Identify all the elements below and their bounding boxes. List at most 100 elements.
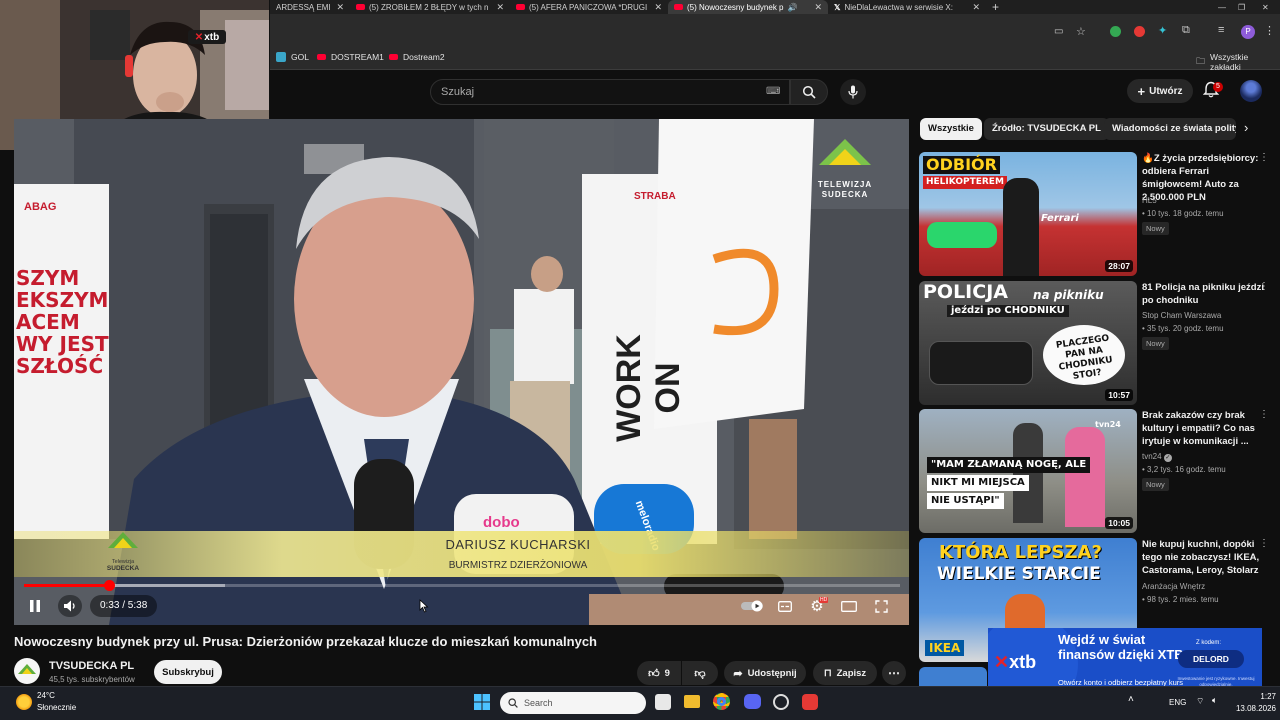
taskbar-clock-date[interactable]: 13.08.2026 [1218,704,1276,713]
more-options-icon[interactable]: ⋮ [1259,538,1269,549]
taskbar-search-box[interactable]: Search [500,692,646,714]
app-red-icon[interactable] [802,694,818,710]
chevron-up-icon[interactable]: ˄ [1128,694,1134,705]
theater-mode-button[interactable] [838,595,860,617]
browser-tab[interactable]: 𝕏 NieDlaLewactwa w serwisie X: ✕ [828,0,986,14]
recommendation-title[interactable]: Brak zakazów czy brak kultury i empatii?… [1142,409,1267,448]
fullscreen-button[interactable] [870,595,892,617]
discord-icon[interactable] [744,694,761,709]
browser-tab[interactable]: (5) ZROBIŁEM 2 BŁĘDY w tych n ✕ [350,0,510,14]
bookmark-dostream1[interactable]: DOSTREAM1 [317,52,384,62]
recommendation-channel[interactable]: tvn24 ✓ [1142,452,1172,462]
close-tab-icon[interactable]: ✕ [972,2,980,13]
youtube-favicon-icon [317,54,326,60]
file-explorer-icon[interactable] [684,695,700,708]
recommendation-item[interactable]: ODBIÓR HELIKOPTEREM Ferrari 28:07 🔥Z życ… [919,152,1269,276]
wifi-icon[interactable]: ⌔ [1196,696,1204,707]
like-button[interactable]: 👍︎ 9 [637,661,681,685]
video-player[interactable]: SZYM EKSZYM ACEM WY JEST SZŁOŚĆ ABAG STR… [14,119,909,625]
mute-button[interactable] [58,595,82,617]
channel-name[interactable]: TVSUDECKA PL [49,660,134,672]
all-bookmarks-folder[interactable]: 🗀 Wszystkie zakładki [1196,52,1280,72]
tab-label: ARDESSĄ EMI [276,2,331,12]
video-duration: 10:57 [1105,389,1133,401]
close-window-button[interactable]: ✕ [1256,0,1276,14]
recommendation-channel[interactable]: Aranżacja Wnętrz [1142,582,1205,591]
dislike-button[interactable]: 👎︎ [682,661,718,685]
lower-third-logo-text: SUDECKA [106,565,140,572]
subscribe-button[interactable]: Subskrybuj [154,660,222,684]
settings-button[interactable]: ⚙ HD [806,595,829,617]
extension-icon[interactable] [1110,26,1121,37]
video-thumbnail[interactable]: ODBIÓR HELIKOPTEREM Ferrari 28:07 [919,152,1137,276]
view-count-and-age: 10 tys. 18 godz. temu [1147,209,1224,218]
chip-source-channel[interactable]: Źródło: TVSUDECKA PL [984,118,1109,140]
profile-avatar[interactable]: P [1241,25,1255,39]
weather-description[interactable]: Słonecznie [37,703,76,712]
video-progress-bar[interactable] [24,580,900,591]
extension-icon[interactable]: ✦ [1158,24,1167,37]
video-thumbnail[interactable]: POLICJA na pikniku jeździ po CHODNIKU PL… [919,281,1137,405]
voice-search-button[interactable] [840,79,866,105]
close-tab-icon[interactable]: ✕ [336,2,344,13]
more-options-icon[interactable]: ⋮ [1259,409,1269,420]
share-button[interactable]: ➦ Udostępnij [724,661,806,685]
recommendation-channel[interactable]: HL5 [1142,196,1157,205]
speaker-icon[interactable]: 🔈︎ [1212,695,1217,706]
weather-temperature[interactable]: 24°C [37,691,55,700]
user-avatar[interactable] [1240,80,1262,102]
bookmark-gol[interactable]: GOL [276,52,309,62]
chip-all[interactable]: Wszystkie [920,118,982,140]
chevron-right-icon[interactable]: › [1244,120,1248,135]
keyboard-icon[interactable]: ⌨ [766,86,780,97]
windows-start-button[interactable] [473,693,491,711]
input-language[interactable]: ENG [1169,698,1186,707]
extension-icon[interactable] [1134,26,1145,37]
bookmark-star-icon[interactable]: ☆ [1076,25,1086,38]
subtitles-button[interactable] [774,595,796,617]
cast-icon[interactable]: ▭ [1054,26,1063,37]
extensions-puzzle-icon[interactable]: ⧉ [1182,24,1190,37]
recommendation-title[interactable]: Nie kupuj kuchni, dopóki tego nie zobacz… [1142,538,1267,577]
pause-button[interactable] [24,595,46,617]
minimize-window-button[interactable]: — [1212,0,1232,14]
more-options-icon[interactable]: ⋮ [1259,281,1269,292]
next-thumbnail-peek[interactable] [919,667,987,686]
channel-avatar[interactable] [14,658,40,684]
browser-menu-icon[interactable]: ⋮ [1264,24,1275,37]
more-options-icon[interactable]: ⋮ [1259,152,1269,163]
create-button[interactable]: + Utwórz [1127,79,1193,103]
youtube-favicon-icon [516,4,525,10]
recommendation-item[interactable]: POLICJA na pikniku jeździ po CHODNIKU PL… [919,281,1269,405]
close-tab-icon[interactable]: ✕ [654,2,662,13]
media-control-icon[interactable]: ≡ [1218,24,1224,36]
search-input[interactable]: Szukaj [430,79,790,105]
recommendation-meta: • 10 tys. 18 godz. temu [1142,209,1224,218]
obs-icon[interactable] [773,694,789,710]
search-button[interactable] [790,79,828,105]
recommendation-title[interactable]: 🔥Z życia przedsiębiorcy: odbiera Ferrari… [1142,152,1267,204]
taskbar-clock-time[interactable]: 1:27 [1236,692,1276,701]
chip-world-news[interactable]: Wiadomości ze świata polity [1104,118,1236,140]
browser-tab-active[interactable]: (5) Nowoczesny budynek p 🔊 ✕ [668,0,828,14]
maximize-window-button[interactable]: ❐ [1232,0,1252,14]
close-tab-icon[interactable]: ✕ [814,2,822,13]
recommendation-item[interactable]: tvn24 "MAM ZŁAMANĄ NOGĘ, ALE NIKT MI MIE… [919,409,1269,533]
recommendation-title[interactable]: 81 Policja na pikniku jeździ po chodniku [1142,281,1267,307]
new-tab-button[interactable]: + [986,0,1004,14]
browser-tab[interactable]: (5) AFERA PANICZOWA *DRUGI ✕ [510,0,668,14]
autoplay-toggle[interactable] [737,595,767,617]
browser-tab[interactable]: ARDESSĄ EMI ✕ [270,0,350,14]
save-button[interactable]: ⊓ Zapisz [813,661,877,685]
promo-code-badge[interactable]: DELORD [1178,650,1244,668]
youtube-favicon-icon [389,54,398,60]
chrome-icon[interactable] [713,693,730,710]
speaker-icon[interactable]: 🔊 [788,3,798,12]
close-tab-icon[interactable]: ✕ [496,2,504,13]
video-thumbnail[interactable]: tvn24 "MAM ZŁAMANĄ NOGĘ, ALE NIKT MI MIE… [919,409,1137,533]
more-actions-button[interactable]: ⋯ [882,661,906,685]
task-view-icon[interactable] [655,694,671,710]
bookmark-dostream2[interactable]: Dostream2 [389,52,445,62]
sun-weather-icon[interactable] [16,694,32,710]
recommendation-channel[interactable]: Stop Cham Warszawa [1142,311,1221,320]
